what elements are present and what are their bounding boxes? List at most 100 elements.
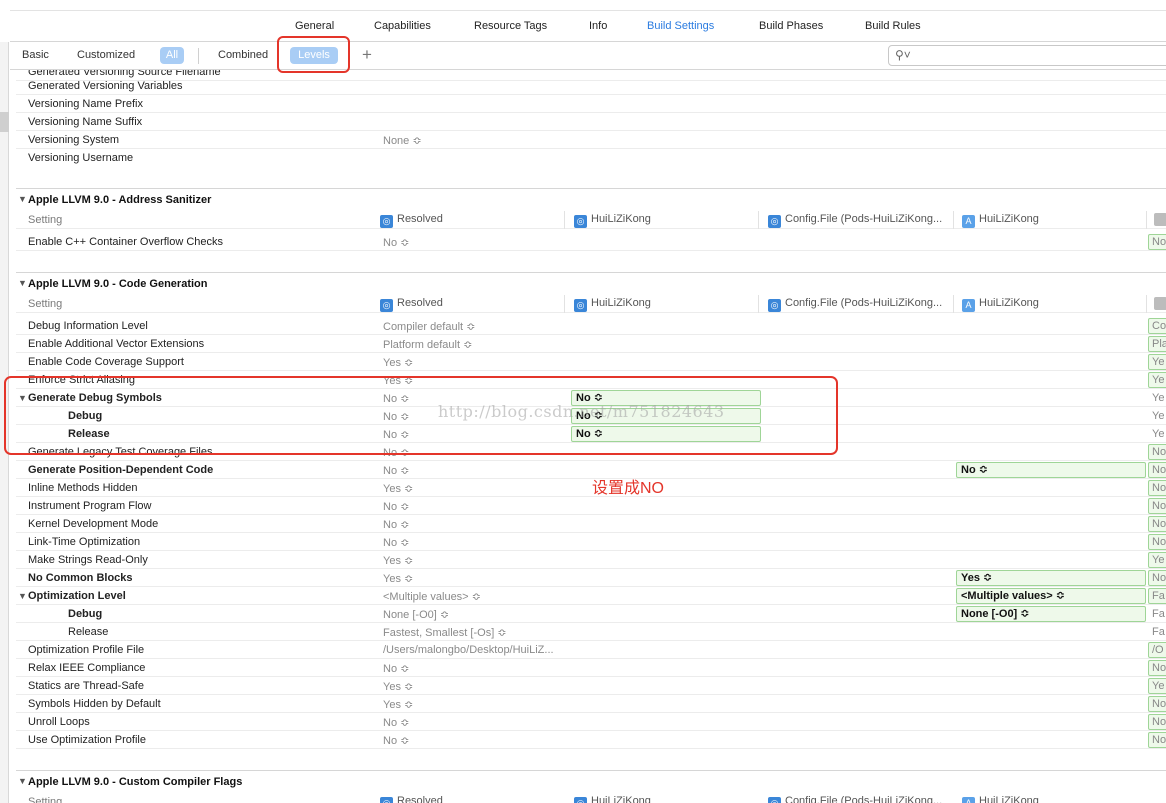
resolved-value[interactable]: No ≎ (383, 464, 409, 477)
resolved-value[interactable]: Compiler default ≎ (383, 320, 475, 333)
column-project[interactable]: A HuiLiZiKong (962, 795, 1039, 803)
resolved-value[interactable]: No ≎ (383, 734, 409, 747)
table-row[interactable]: Link-Time Optimization No ≎ No (16, 533, 1166, 551)
table-row[interactable]: Use Optimization Profile No ≎ No (16, 731, 1166, 749)
disclosure-triangle-icon[interactable]: ▼ (18, 591, 27, 601)
table-row-child[interactable]: Debug None [-O0] ≎ None [-O0] ≎ Fa (16, 605, 1166, 623)
resolved-value[interactable]: No ≎ (383, 662, 409, 675)
table-row[interactable]: Symbols Hidden by Default Yes ≎ No (16, 695, 1166, 713)
table-row[interactable]: Generated Versioning Variables (16, 77, 1166, 95)
resolved-value[interactable]: Yes ≎ (383, 698, 413, 711)
table-row[interactable]: Relax IEEE Compliance No ≎ No (16, 659, 1166, 677)
filter-customized[interactable]: Customized (77, 49, 135, 61)
resolved-value[interactable]: No ≎ (383, 536, 409, 549)
project-value[interactable]: None [-O0] ≎ (956, 606, 1146, 622)
column-default[interactable] (1154, 213, 1166, 227)
default-value[interactable]: No (1148, 480, 1166, 496)
resolved-value[interactable]: Platform default ≎ (383, 338, 472, 351)
column-config-file[interactable]: ◎ Config.File (Pods-HuiLiZiKong... (768, 297, 942, 312)
resolved-value[interactable]: No ≎ (383, 518, 409, 531)
resolved-value[interactable]: Yes ≎ (383, 572, 413, 585)
default-value[interactable]: No (1148, 498, 1166, 514)
table-row[interactable]: Unroll Loops No ≎ No (16, 713, 1166, 731)
resolved-value[interactable]: No ≎ (383, 500, 409, 513)
default-value[interactable]: No (1148, 234, 1166, 250)
section-header-code-generation[interactable]: ▼ Apple LLVM 9.0 - Code Generation (16, 275, 1166, 293)
resolved-value[interactable]: Yes ≎ (383, 680, 413, 693)
default-value[interactable]: No (1148, 732, 1166, 748)
default-value[interactable]: No (1148, 696, 1166, 712)
table-row[interactable]: Versioning Name Prefix (16, 95, 1166, 113)
table-row[interactable]: Inline Methods Hidden Yes ≎ No (16, 479, 1166, 497)
table-row[interactable]: Kernel Development Mode No ≎ No (16, 515, 1166, 533)
column-config-file[interactable]: ◎ Config.File (Pods-HuiLiZiKong... (768, 795, 942, 803)
table-row[interactable]: Make Strings Read-Only Yes ≎ Ye (16, 551, 1166, 569)
section-header-custom-compiler-flags[interactable]: ▼ Apple LLVM 9.0 - Custom Compiler Flags (16, 773, 1166, 791)
column-project[interactable]: A HuiLiZiKong (962, 297, 1039, 312)
resolved-value[interactable]: None ≎ (383, 134, 422, 147)
default-value[interactable]: Pla (1148, 336, 1166, 352)
tab-build-phases[interactable]: Build Phases (759, 20, 823, 32)
default-value[interactable]: /O (1148, 642, 1166, 658)
tab-general[interactable]: General (295, 20, 334, 32)
column-resolved[interactable]: ◎ Resolved (380, 213, 443, 228)
resolved-value[interactable]: No ≎ (383, 236, 409, 249)
filter-combined[interactable]: Combined (218, 49, 268, 61)
table-row[interactable]: Enable Additional Vector Extensions Platf… (16, 335, 1166, 353)
tab-build-rules[interactable]: Build Rules (865, 20, 921, 32)
resolved-value[interactable]: Yes ≎ (383, 356, 413, 369)
default-value[interactable]: Ye (1148, 372, 1166, 388)
resolved-value[interactable]: None [-O0] ≎ (383, 608, 449, 621)
table-row[interactable]: Generate Position-Dependent Code No ≎ No ≎… (16, 461, 1166, 479)
tab-build-settings[interactable]: Build Settings (647, 20, 714, 32)
default-value[interactable]: No (1148, 660, 1166, 676)
tab-info[interactable]: Info (589, 20, 607, 32)
column-target[interactable]: ◎ HuiLiZiKong (574, 795, 651, 803)
default-value[interactable]: Fa (1148, 624, 1166, 640)
section-header-address-sanitizer[interactable]: ▼ Apple LLVM 9.0 - Address Sanitizer (16, 191, 1166, 209)
default-value[interactable]: Ye (1148, 408, 1166, 424)
default-value[interactable]: Fa (1148, 588, 1166, 604)
column-resolved[interactable]: ◎ Resolved (380, 297, 443, 312)
resolved-value[interactable]: Fastest, Smallest [-Os] ≎ (383, 626, 507, 639)
table-row[interactable]: Enable C++ Container Overflow Checks No … (16, 233, 1166, 251)
table-row[interactable]: Debug Information Level Compiler default … (16, 317, 1166, 335)
table-row[interactable]: Optimization Profile File/Users/malongbo… (16, 641, 1166, 659)
table-row[interactable]: Statics are Thread-Safe Yes ≎ Ye (16, 677, 1166, 695)
disclosure-triangle-icon[interactable]: ▼ (18, 194, 27, 204)
project-value[interactable]: <Multiple values> ≎ (956, 588, 1146, 604)
table-row[interactable]: Versioning Username (16, 149, 1166, 167)
table-row[interactable]: ▼ Optimization Level <Multiple values> ≎ <M… (16, 587, 1166, 605)
column-target[interactable]: ◎ HuiLiZiKong (574, 297, 651, 312)
disclosure-triangle-icon[interactable]: ▼ (18, 278, 27, 288)
project-value[interactable]: Yes ≎ (956, 570, 1146, 586)
disclosure-triangle-icon[interactable]: ▼ (18, 776, 27, 786)
default-value[interactable]: Ye (1148, 426, 1166, 442)
table-row[interactable]: Instrument Program Flow No ≎ No (16, 497, 1166, 515)
table-row[interactable]: Versioning System None ≎ (16, 131, 1166, 149)
column-resolved[interactable]: ◎ Resolved (380, 795, 443, 803)
default-value[interactable]: Ye (1148, 390, 1166, 406)
default-value[interactable]: No (1148, 534, 1166, 550)
tab-capabilities[interactable]: Capabilities (374, 20, 431, 32)
resolved-value[interactable]: Yes ≎ (383, 554, 413, 567)
resolved-value[interactable]: No ≎ (383, 716, 409, 729)
default-value[interactable]: No (1148, 462, 1166, 478)
table-row[interactable]: Enable Code Coverage Support Yes ≎ Ye (16, 353, 1166, 371)
default-value[interactable]: Ye (1148, 678, 1166, 694)
search-field[interactable]: ⚲˅ (888, 45, 1166, 66)
resolved-value[interactable]: <Multiple values> ≎ (383, 590, 481, 603)
default-value[interactable]: Ye (1148, 552, 1166, 568)
tab-resource-tags[interactable]: Resource Tags (474, 20, 547, 32)
default-value[interactable]: No (1148, 714, 1166, 730)
default-value[interactable]: No (1148, 516, 1166, 532)
filter-basic[interactable]: Basic (22, 49, 49, 61)
table-row[interactable]: No Common Blocks Yes ≎ Yes ≎ No (16, 569, 1166, 587)
default-value[interactable]: Ye (1148, 354, 1166, 370)
default-value[interactable]: Fa (1148, 606, 1166, 622)
column-default[interactable] (1154, 297, 1166, 311)
column-target[interactable]: ◎ HuiLiZiKong (574, 213, 651, 228)
resolved-value[interactable]: /Users/malongbo/Desktop/HuiLiZ... (383, 644, 554, 656)
filter-all[interactable]: All (160, 47, 184, 64)
column-config-file[interactable]: ◎ Config.File (Pods-HuiLiZiKong... (768, 213, 942, 228)
